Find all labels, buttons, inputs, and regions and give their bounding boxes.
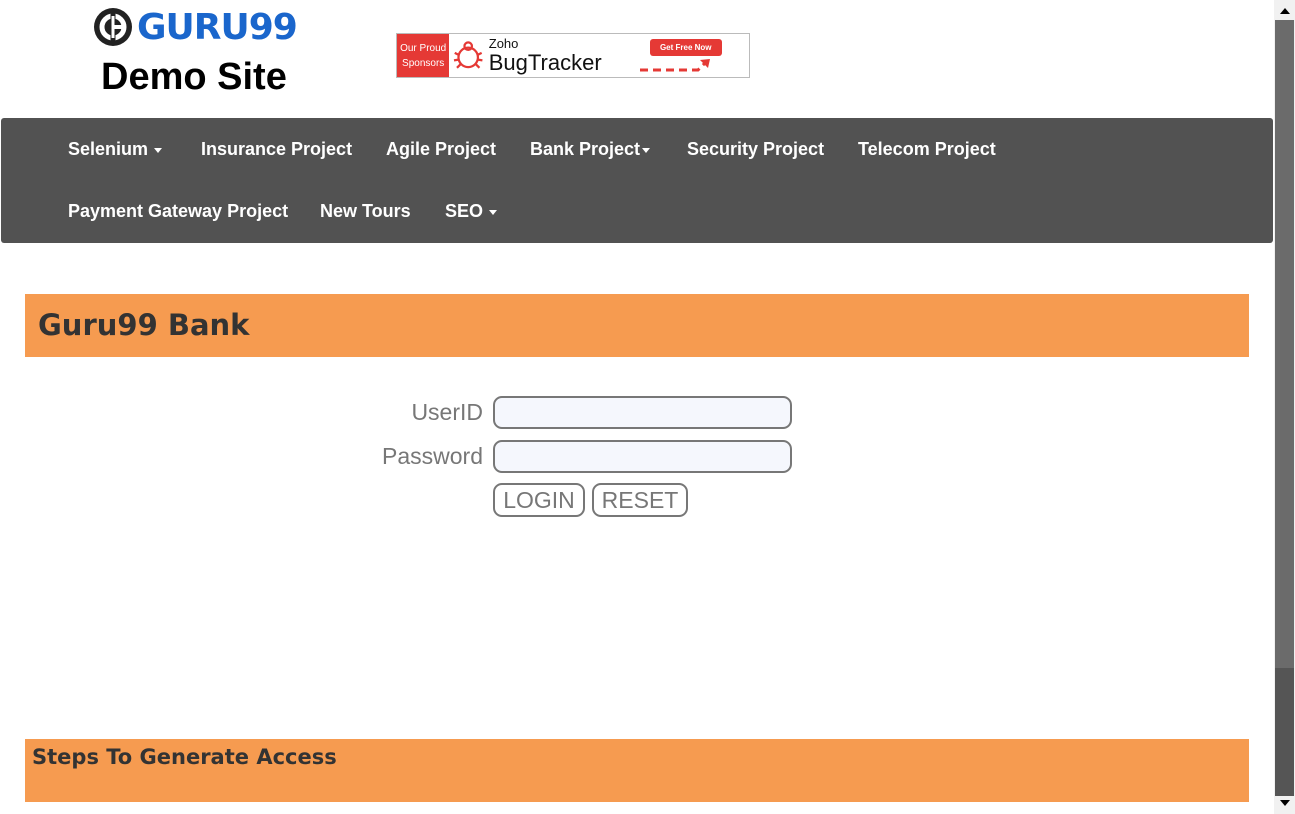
nav-item-label: SEO: [445, 201, 484, 221]
sponsor-label-line1: Our Proud: [400, 42, 447, 54]
password-input[interactable]: [493, 440, 792, 473]
scrollbar-thumb[interactable]: [1275, 20, 1294, 668]
bug-icon: [454, 41, 483, 69]
sponsor-label: Our Proud Sponsors: [397, 34, 450, 77]
sponsor-brand-large: BugTracker: [488, 50, 602, 75]
nav-item-seo[interactable]: SEO: [445, 201, 498, 222]
nav-item-bank-project[interactable]: Bank Project: [530, 139, 651, 160]
get-free-now-button[interactable]: Get Free Now: [649, 39, 722, 56]
nav-item-label: New Tours: [320, 201, 411, 221]
dashed-arrow-icon: [639, 59, 710, 72]
sponsor-label-line2: Sponsors: [402, 57, 445, 69]
sponsor-banner[interactable]: Our Proud Sponsors Zoho BugTracker Get F…: [396, 33, 750, 78]
main-navbar: Selenium Insurance Project Agile Project…: [1, 118, 1273, 243]
scroll-down-icon[interactable]: [1280, 800, 1290, 806]
userid-label: UserID: [411, 399, 483, 425]
nav-item-label: Agile Project: [386, 139, 497, 159]
password-label: Password: [382, 443, 483, 469]
scroll-up-icon[interactable]: [1280, 8, 1290, 14]
login-button[interactable]: LOGIN: [493, 483, 585, 517]
nav-item-label: Payment Gateway Project: [68, 201, 289, 221]
nav-item-label: Security Project: [687, 139, 825, 159]
nav-item-selenium[interactable]: Selenium: [68, 139, 163, 160]
nav-item-label: Insurance Project: [201, 139, 353, 159]
guru99-logo-icon: [94, 8, 132, 46]
userid-input[interactable]: [493, 396, 792, 429]
nav-item-telecom-project[interactable]: Telecom Project: [858, 139, 996, 160]
bank-header: Guru99 Bank: [25, 294, 1249, 357]
nav-item-new-tours[interactable]: New Tours: [320, 201, 411, 222]
caret-down-icon: [642, 147, 651, 153]
sponsor-brand-small: Zoho: [488, 36, 519, 51]
nav-item-payment-gateway-project[interactable]: Payment Gateway Project: [68, 201, 288, 222]
caret-down-icon: [489, 209, 498, 215]
nav-item-label: Telecom Project: [858, 139, 996, 159]
site-title: Demo Site: [101, 56, 287, 98]
nav-item-agile-project[interactable]: Agile Project: [386, 139, 496, 160]
caret-down-icon: [154, 147, 163, 153]
steps-title: Steps To Generate Access: [32, 745, 337, 769]
scrollbar-track[interactable]: [1275, 668, 1294, 796]
logo-text: GURU99: [137, 6, 298, 48]
nav-item-label: Bank Project: [530, 139, 641, 159]
nav-item-security-project[interactable]: Security Project: [687, 139, 824, 160]
steps-header: Steps To Generate Access: [25, 739, 1249, 802]
nav-item-label: Selenium: [68, 139, 149, 159]
reset-button[interactable]: RESET: [592, 483, 688, 517]
site-logo[interactable]: GURU99 Demo Site: [93, 6, 305, 98]
nav-item-insurance-project[interactable]: Insurance Project: [201, 139, 352, 160]
page-title: Guru99 Bank: [38, 308, 250, 342]
